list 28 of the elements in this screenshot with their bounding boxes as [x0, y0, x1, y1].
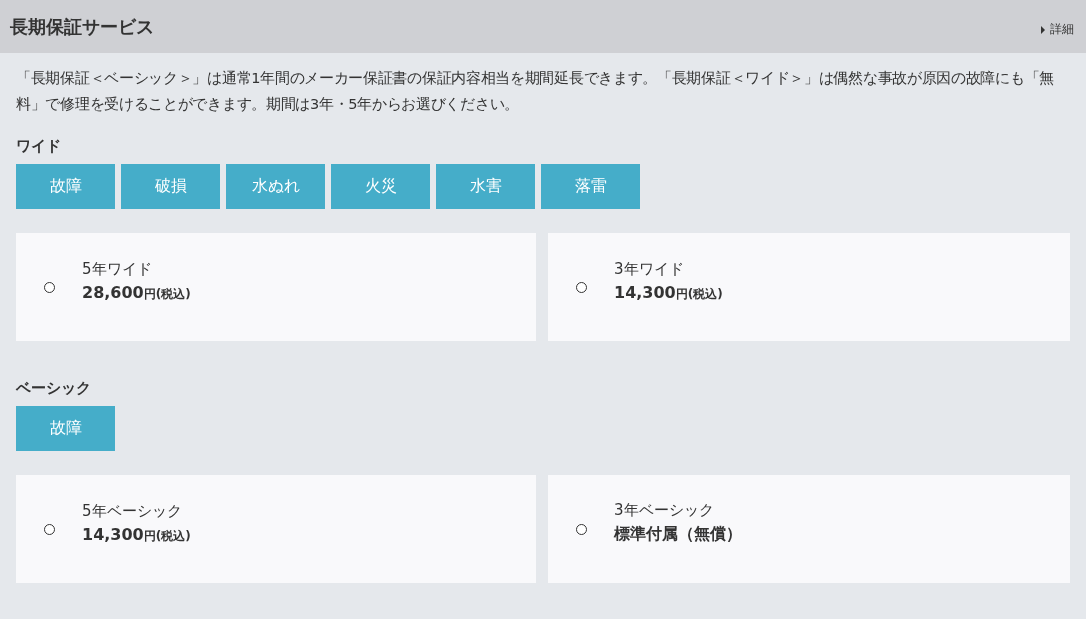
- coverage-tag: 落雷: [541, 164, 640, 209]
- details-link[interactable]: 詳細: [1041, 21, 1074, 38]
- radio-button[interactable]: [44, 281, 55, 293]
- section-title: 長期保証サービス: [10, 14, 154, 39]
- coverage-tag: 故障: [16, 406, 115, 451]
- plan-option-card[interactable]: 3年ワイド 14,300円(税込): [548, 233, 1070, 341]
- radio-button[interactable]: [576, 281, 587, 293]
- radio-button[interactable]: [576, 523, 587, 535]
- coverage-tag: 破損: [121, 164, 220, 209]
- plan-option-card[interactable]: 5年ワイド 28,600円(税込): [16, 233, 536, 341]
- plan-name: 3年ベーシック: [614, 501, 715, 520]
- plan-name: 3年ワイド: [614, 259, 685, 279]
- plan-price: 14,300円(税込): [82, 524, 191, 545]
- radio-button[interactable]: [44, 523, 55, 535]
- coverage-tag: 水害: [436, 164, 535, 209]
- coverage-tag: 故障: [16, 164, 115, 209]
- plan-option-card[interactable]: 3年ベーシック 標準付属（無償）: [548, 475, 1070, 583]
- coverage-tag: 火災: [331, 164, 430, 209]
- plan-name: 5年ワイド: [82, 259, 153, 279]
- plan-price: 14,300円(税込): [614, 282, 723, 303]
- plan-option-card[interactable]: 5年ベーシック 14,300円(税込): [16, 475, 536, 583]
- coverage-tag: 水ぬれ: [226, 164, 325, 209]
- plan-name: 5年ベーシック: [82, 501, 183, 521]
- plan-heading: ワイド: [16, 137, 62, 156]
- description-text: 「長期保証＜ベーシック＞」は通常1年間のメーカー保証書の保証内容相当を期間延長できます。「長期保証＜ワイド＞」は偶然な事故が原因の故障にも「無料」で修理を受けることができます。期間は3年・5年からお選びください。: [16, 69, 1055, 114]
- plan-price: 標準付属（無償）: [614, 524, 742, 545]
- plan-price: 28,600円(税込): [82, 282, 191, 303]
- plan-heading: ベーシック: [16, 379, 92, 398]
